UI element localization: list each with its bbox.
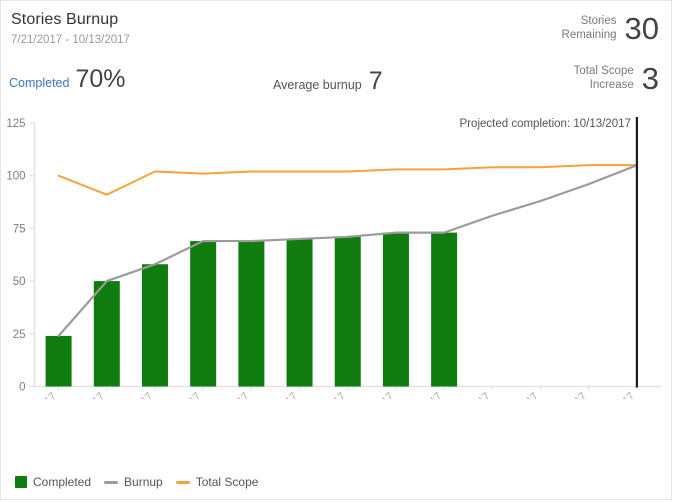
svg-text:9/22/2017: 9/22/2017 [451, 390, 493, 399]
svg-text:50: 50 [13, 276, 26, 288]
legend-item[interactable]: Completed [15, 475, 91, 489]
burnup-plot-area: 0 25 50 75 100 125 Projected completion: 10/1… [1, 109, 671, 399]
completed-bar [334, 236, 361, 387]
average-burnup-value: 7 [368, 67, 383, 95]
completed-bar [431, 232, 458, 387]
completed-bar [141, 264, 168, 387]
average-burnup-metric: Average burnup 7 [273, 67, 383, 96]
legend-label: Completed [33, 475, 92, 489]
svg-text:7/28/2017: 7/28/2017 [65, 390, 107, 399]
svg-text:100: 100 [6, 171, 25, 183]
completed-metric-value: 70% [75, 65, 126, 93]
stories-remaining-value: 30 [624, 11, 659, 46]
completed-bar [93, 281, 120, 387]
svg-text:9/8/2017: 9/8/2017 [359, 390, 396, 399]
legend-item[interactable]: Burnup [104, 475, 163, 489]
legend-swatch-icon [15, 476, 27, 488]
burnup-chart-card: Stories Burnup 7/21/2017 - 10/13/2017 St… [0, 0, 672, 500]
svg-text:8/25/2017: 8/25/2017 [258, 390, 300, 399]
completed-bar [286, 238, 313, 387]
completed-bars [45, 232, 458, 387]
x-axis [34, 385, 661, 391]
completed-bar [382, 232, 409, 387]
svg-text:10/13/2017: 10/13/2017 [591, 390, 637, 399]
svg-text:75: 75 [13, 223, 26, 235]
stories-remaining-label: Stories Remaining [561, 15, 617, 41]
date-range-subtitle: 7/21/2017 - 10/13/2017 [11, 34, 130, 46]
y-axis: 0 25 50 75 100 125 [6, 118, 36, 394]
svg-text:9/29/2017: 9/29/2017 [499, 390, 541, 399]
completed-bar [190, 241, 217, 387]
burnup-chart-svg: 0 25 50 75 100 125 Projected completion: 10/1… [6, 117, 661, 399]
legend-label: Burnup [124, 475, 163, 489]
svg-text:0: 0 [19, 382, 25, 394]
y-tick-labels: 0 25 50 75 100 125 [6, 118, 25, 394]
svg-text:9/1/2017: 9/1/2017 [310, 390, 347, 399]
x-tick-labels: 7/21/20177/28/20178/4/20178/11/20178/18/… [17, 390, 637, 399]
svg-text:125: 125 [6, 118, 25, 130]
svg-text:10/6/2017: 10/6/2017 [547, 390, 589, 399]
svg-text:8/18/2017: 8/18/2017 [210, 390, 252, 399]
chart-legend: Completed Burnup Total Scope [15, 475, 264, 489]
stories-remaining-metric: Stories Remaining 30 [562, 13, 659, 44]
svg-text:25: 25 [13, 329, 26, 341]
legend-line-icon [175, 480, 190, 484]
projected-completion-label: Projected completion: 10/13/2017 [460, 118, 631, 130]
completed-bar [45, 335, 72, 387]
svg-text:9/15/2017: 9/15/2017 [403, 390, 445, 399]
legend-label: Total Scope [195, 475, 259, 489]
total-scope-increase-metric: Total Scope Increase 3 [574, 63, 659, 94]
completed-bar [238, 241, 265, 387]
completed-metric: Completed 70% [9, 65, 126, 94]
legend-line-icon [104, 480, 119, 484]
svg-text:8/11/2017: 8/11/2017 [162, 390, 203, 399]
total-scope-line [57, 164, 638, 196]
page-title: Stories Burnup [11, 11, 119, 28]
average-burnup-label: Average burnup [273, 78, 362, 92]
legend-item[interactable]: Total Scope [175, 475, 259, 489]
svg-text:8/4/2017: 8/4/2017 [118, 390, 155, 399]
total-scope-increase-label: Total Scope Increase [573, 65, 634, 91]
total-scope-increase-value: 3 [641, 61, 659, 96]
completed-metric-link[interactable]: Completed [9, 76, 69, 90]
